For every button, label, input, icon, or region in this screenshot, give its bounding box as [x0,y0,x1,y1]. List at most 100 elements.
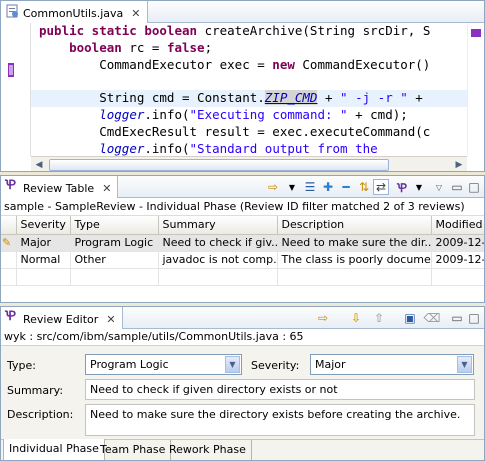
column-header-severity[interactable]: Severity [16,216,71,235]
review-file-path: wyk : src/com/ibm/sample/utils/CommonUti… [4,330,304,343]
code-line[interactable]: CmdExecResult result = exec.executeComma… [31,124,467,141]
code-token: .info( [144,106,190,122]
view-menu-icon[interactable]: ▽ [431,179,447,195]
cell-summary: Need to check if giv... [158,234,278,252]
scrollbar-thumb[interactable] [49,159,389,171]
tab-review-editor[interactable]: Ꝕ Review Editor ✕ [1,307,123,329]
horizontal-scrollbar[interactable]: ◀ ▶ [31,156,467,171]
review-editor-tab-label: Review Editor [23,313,99,326]
overview-ruler [467,23,484,156]
severity-select[interactable]: Major ▼ [310,354,474,375]
close-icon[interactable]: ✕ [106,313,115,326]
close-icon[interactable]: ✕ [131,7,140,20]
code-area[interactable]: public static boolean createArchive(Stri… [31,23,467,156]
description-field[interactable]: Need to make sure the directory exists b… [85,404,475,436]
code-token: logger [99,140,145,156]
editor-tab-label: CommonUtils.java [23,7,124,20]
code-line[interactable]: logger.info("Standard output from the [31,141,467,156]
add-review-icon[interactable]: ✚ [320,179,336,195]
tab-commonutils-java[interactable]: CommonUtils.java ✕ [1,1,148,23]
code-token: rc = [121,39,167,55]
code-token: createArchive(String srcDir, S [197,23,431,38]
next-review-icon[interactable]: ⇩ [348,310,364,326]
code-token: + [317,90,341,106]
code-line[interactable]: logger.info("Executing command: " + cmd)… [31,107,467,124]
filter-list-icon[interactable]: ☰ [302,179,318,195]
code-token: new [272,56,295,72]
code-token: + cmd); [347,106,408,122]
dropdown-icon[interactable]: ▼ [411,179,427,195]
overview-marker[interactable] [471,29,481,37]
chevron-down-icon[interactable]: ▼ [457,356,472,373]
tab-review-table[interactable]: Ꝕ Review Table ✕ [1,176,119,198]
remove-review-icon[interactable]: ━ [338,179,354,195]
review-table-view: Ꝕ Review Table ✕ ⇨ ▼ ☰ ✚ ━ ⇅ ⇄ Ꝕ ▼ ▽ ▭ □… [0,175,485,303]
goto-source-icon[interactable]: ⇨ [315,310,331,326]
code-token: + [407,90,423,106]
table-row[interactable]: ✎ Major Program Logic Need to check if g… [1,234,484,252]
review-table-tab-row: Ꝕ Review Table ✕ ⇨ ▼ ☰ ✚ ━ ⇅ ⇄ Ꝕ ▼ ▽ ▭ □ [1,176,484,198]
column-header[interactable] [1,216,17,235]
goto-source-icon[interactable]: ⇨ [265,179,281,195]
clear-icon[interactable]: ⌫ [424,310,441,326]
scroll-left-icon[interactable]: ◀ [32,158,46,171]
minimize-icon[interactable]: ▭ [449,179,465,195]
link-editor-icon[interactable]: ⇄ [373,179,389,195]
code-line[interactable]: String cmd = Constant.ZIP_CMD + " -j -r … [31,90,467,107]
code-token: boolean [39,39,122,55]
code-token: ; [204,39,213,55]
chevron-down-icon[interactable]: ▼ [225,356,240,373]
close-icon[interactable]: ✕ [102,182,111,195]
code-line[interactable] [31,73,467,90]
maximize-icon[interactable]: □ [466,310,482,326]
previous-review-icon[interactable]: ⇧ [371,310,387,326]
table-row[interactable]: Normal Other javadoc is not comp... The … [1,251,484,269]
code-token: String cmd = Constant. [39,90,265,106]
code-line[interactable]: public static boolean createArchive(Stri… [31,23,467,40]
sort-icon[interactable]: ⇅ [356,179,372,195]
editor-gutter [1,23,31,156]
review-menu-icon[interactable]: Ꝕ [394,179,410,195]
review-editor-view: Ꝕ Review Editor ✕ ⇨ ⇩ ⇧ ▣ ⌫ ▭ □ wyk : sr… [0,306,485,461]
column-header-description[interactable]: Description [277,216,432,235]
cell-summary: javadoc is not comp... [158,251,278,269]
column-header-modified[interactable]: Modified [431,216,484,235]
code-token: ZIP_CMD [264,90,318,106]
type-select[interactable]: Program Logic ▼ [85,354,242,375]
code-token: "Executing command: " [189,106,348,122]
cell-severity: Normal [16,251,71,269]
review-marker-icon[interactable] [7,63,15,77]
code-token: CommandExecutor exec = [39,56,273,72]
code-line[interactable]: boolean rc = false; [31,40,467,57]
type-value: Program Logic [90,358,169,371]
dropdown-icon[interactable]: ▼ [284,179,300,195]
review-form: Type: Program Logic ▼ Severity: Major ▼ … [1,345,484,441]
minimize-icon[interactable]: ▭ [449,310,465,326]
java-file-icon [6,4,18,18]
review-table-tab-label: Review Table [23,182,95,195]
cell-severity: Major [16,234,71,252]
type-label: Type: [7,359,36,372]
save-icon[interactable]: ▣ [402,310,418,326]
table-row-empty [1,268,484,286]
tab-individual-phase[interactable]: Individual Phase [3,439,105,460]
cell-description: The class is poorly docume... [277,251,432,269]
code-line[interactable]: CommandExecutor exec = new CommandExecut… [31,57,467,74]
code-token: public static boolean [39,23,198,38]
edit-pencil-icon: ✎ [1,234,17,252]
tab-team-phase[interactable]: Team Phase [95,440,172,460]
review-icon: Ꝕ [5,309,17,324]
summary-field[interactable]: Need to check if given directory exists … [85,379,475,400]
scroll-right-icon[interactable]: ▶ [452,158,466,171]
code-token: " -j -r " [340,90,408,106]
maximize-icon[interactable]: □ [466,179,482,195]
cell-modified: 2009-12-0 [431,251,484,269]
tab-rework-phase[interactable]: Rework Phase [164,440,252,460]
cell-type: Program Logic [70,234,159,252]
summary-label: Summary: [7,384,64,397]
review-table: Severity Type Summary Description Modifi… [1,216,484,286]
column-header-summary[interactable]: Summary [158,216,278,235]
code-token: CmdExecResult result = exec.executeComma… [39,123,431,139]
column-header-type[interactable]: Type [70,216,159,235]
